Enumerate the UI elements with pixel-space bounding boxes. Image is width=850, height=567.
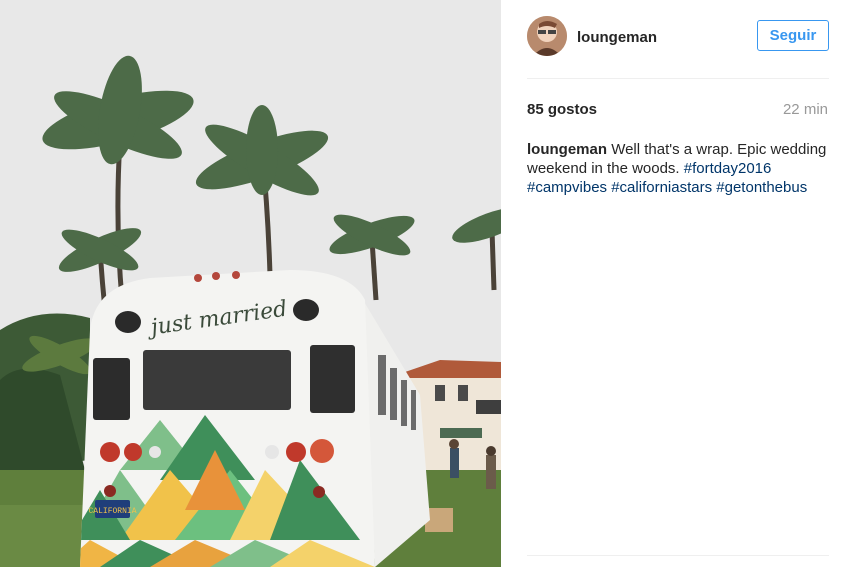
post-caption: loungeman Well that's a wrap. Epic weddi… bbox=[527, 140, 827, 197]
hashtag-link[interactable]: #campvibes bbox=[527, 179, 607, 196]
post-header: loungeman Seguir bbox=[527, 16, 829, 58]
divider bbox=[527, 78, 829, 79]
divider bbox=[527, 555, 829, 556]
post-photo[interactable]: CALIFORNIA just married bbox=[0, 0, 501, 567]
author-username[interactable]: loungeman bbox=[577, 29, 657, 46]
license-plate: CALIFORNIA bbox=[88, 507, 136, 516]
caption-username[interactable]: loungeman bbox=[527, 141, 607, 158]
post-sidebar: loungeman Seguir 85 gostos 22 min lounge… bbox=[501, 0, 850, 567]
avatar-image bbox=[527, 16, 567, 56]
bus-photo-illustration: CALIFORNIA just married bbox=[0, 0, 501, 567]
follow-button[interactable]: Seguir bbox=[757, 20, 829, 51]
post-timestamp[interactable]: 22 min bbox=[783, 101, 828, 118]
avatar[interactable] bbox=[527, 16, 567, 56]
hashtag-link[interactable]: #getonthebus bbox=[716, 179, 807, 196]
like-count[interactable]: 85 gostos bbox=[527, 101, 597, 118]
hashtag-link[interactable]: #fortday2016 bbox=[684, 160, 772, 177]
hashtag-link[interactable]: #californiastars bbox=[611, 179, 712, 196]
